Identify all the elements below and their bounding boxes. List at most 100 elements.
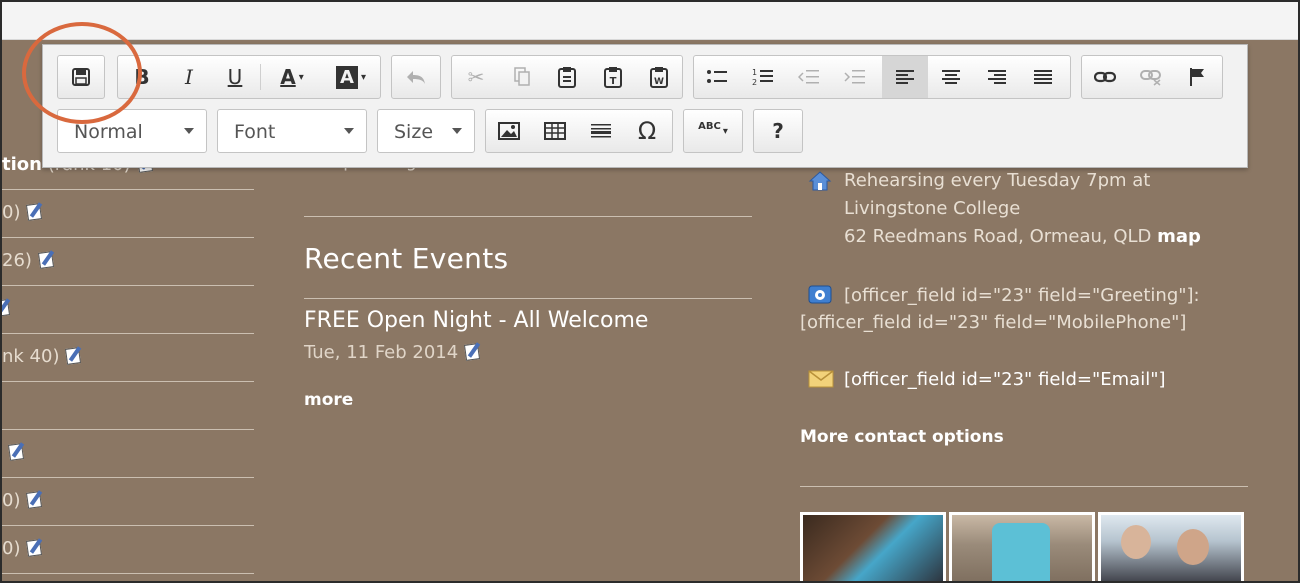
edit-note-icon[interactable] bbox=[65, 346, 83, 364]
highlight-circle bbox=[22, 22, 142, 124]
list-item-rank: 0) bbox=[2, 538, 21, 559]
undo-arrow-icon bbox=[405, 68, 427, 86]
list-item[interactable]: 0) bbox=[2, 478, 254, 526]
undo-button[interactable] bbox=[392, 56, 440, 98]
flag-icon bbox=[1188, 67, 1206, 87]
list-item[interactable]: 0) bbox=[2, 526, 254, 574]
cut-button[interactable]: ✂ bbox=[452, 56, 500, 98]
event-title-link[interactable]: FREE Open Night - All Welcome bbox=[304, 308, 648, 333]
svg-text:W: W bbox=[654, 77, 664, 87]
help-group: ? bbox=[753, 109, 803, 153]
text-color-icon: A bbox=[280, 65, 296, 89]
numbered-list-icon: 12 bbox=[752, 67, 774, 87]
address-line: Rehearsing every Tuesday 7pm at bbox=[844, 170, 1151, 191]
edit-note-icon[interactable] bbox=[8, 442, 26, 460]
help-button[interactable]: ? bbox=[754, 110, 802, 152]
omega-icon: Ω bbox=[637, 117, 657, 145]
unlink-button[interactable] bbox=[1128, 56, 1174, 98]
horizontal-rule-button[interactable] bbox=[578, 110, 624, 152]
list-item[interactable]: 0) bbox=[2, 190, 254, 238]
font-dropdown-value: Font bbox=[234, 121, 276, 143]
format-dropdown-value: Normal bbox=[74, 121, 143, 143]
table-icon bbox=[544, 122, 566, 140]
phone-number: [officer_field id="23" field="MobilePhon… bbox=[800, 312, 1187, 333]
edit-note-icon[interactable] bbox=[464, 342, 482, 360]
align-center-icon bbox=[941, 68, 961, 86]
justify-button[interactable] bbox=[1020, 56, 1066, 98]
edit-note-icon[interactable] bbox=[26, 538, 44, 556]
chevron-down-icon: ▾ bbox=[298, 71, 304, 83]
gallery-photo[interactable] bbox=[949, 512, 1095, 581]
copy-icon bbox=[513, 67, 531, 87]
phone-icon bbox=[808, 283, 832, 305]
decrease-indent-button[interactable] bbox=[786, 56, 832, 98]
divider bbox=[800, 486, 1248, 487]
align-right-button[interactable] bbox=[974, 56, 1020, 98]
special-character-button[interactable]: Ω bbox=[624, 110, 670, 152]
justify-icon bbox=[1033, 68, 1053, 86]
font-dropdown[interactable]: Font bbox=[217, 109, 367, 153]
image-icon bbox=[498, 122, 520, 140]
home-icon bbox=[808, 170, 832, 192]
text-color-button[interactable]: A ▾ bbox=[264, 56, 320, 98]
insert-link-button[interactable] bbox=[1082, 56, 1128, 98]
svg-text:1: 1 bbox=[752, 68, 757, 77]
list-item-rank: 26) bbox=[2, 250, 32, 271]
italic-button[interactable]: I bbox=[166, 56, 212, 98]
more-contact-options-link[interactable]: More contact options bbox=[800, 427, 1004, 447]
align-center-button[interactable] bbox=[928, 56, 974, 98]
edit-note-icon[interactable] bbox=[38, 250, 56, 268]
text-style-group: B I U A ▾ A ▾ bbox=[117, 55, 381, 99]
insert-group: Ω bbox=[485, 109, 673, 153]
align-left-icon bbox=[895, 68, 915, 86]
clipboard-icon bbox=[557, 66, 577, 88]
spellcheck-button[interactable]: ABC ▾ bbox=[684, 110, 742, 152]
link-icon bbox=[1094, 70, 1116, 84]
phone-greeting: [officer_field id="23" field="Greeting"]… bbox=[844, 285, 1200, 306]
background-color-button[interactable]: A ▾ bbox=[322, 56, 380, 98]
list-item[interactable] bbox=[2, 382, 254, 430]
edit-note-icon[interactable] bbox=[26, 202, 44, 220]
paste-button[interactable] bbox=[544, 56, 590, 98]
chevron-down-icon bbox=[344, 128, 354, 134]
anchor-button[interactable] bbox=[1174, 56, 1220, 98]
clipboard-group: ✂ T W bbox=[451, 55, 683, 99]
numbered-list-button[interactable]: 12 bbox=[740, 56, 786, 98]
paste-word-button[interactable]: W bbox=[636, 56, 682, 98]
divider bbox=[304, 216, 752, 217]
gallery-photo[interactable] bbox=[800, 512, 946, 581]
underline-button[interactable]: U bbox=[212, 56, 258, 98]
list-item[interactable]: nk 40) bbox=[2, 334, 254, 382]
align-left-button[interactable] bbox=[882, 56, 928, 98]
paragraph-group: 12 bbox=[693, 55, 1071, 99]
list-item[interactable]: 26) bbox=[2, 238, 254, 286]
list-item-rank: 0) bbox=[2, 202, 21, 223]
scissors-icon: ✂ bbox=[467, 65, 485, 89]
increase-indent-button[interactable] bbox=[832, 56, 878, 98]
editor-toolbar: B I U A ▾ A ▾ ✂ T W 1 2 Normal Font Size… bbox=[42, 44, 1248, 168]
top-strip bbox=[2, 2, 1298, 40]
clipboard-word-icon: W bbox=[649, 66, 669, 88]
divider bbox=[304, 298, 752, 299]
email-link[interactable]: [officer_field id="23" field="Email"] bbox=[844, 369, 1166, 390]
undo-group bbox=[391, 55, 441, 99]
paste-text-button[interactable]: T bbox=[590, 56, 636, 98]
bulleted-list-button[interactable] bbox=[694, 56, 740, 98]
list-item[interactable] bbox=[2, 430, 254, 478]
map-link[interactable]: map bbox=[1157, 226, 1201, 247]
copy-button[interactable] bbox=[500, 56, 544, 98]
svg-text:2: 2 bbox=[752, 78, 757, 87]
gallery-photo[interactable] bbox=[1098, 512, 1244, 581]
list-item[interactable] bbox=[2, 286, 254, 334]
edit-note-icon[interactable] bbox=[26, 490, 44, 508]
more-link[interactable]: more bbox=[304, 390, 353, 410]
address-line: 62 Reedmans Road, Ormeau, QLD map bbox=[844, 226, 1201, 247]
separator bbox=[260, 64, 261, 90]
insert-table-button[interactable] bbox=[532, 110, 578, 152]
list-item-rank: 0) bbox=[2, 490, 21, 511]
size-dropdown[interactable]: Size bbox=[377, 109, 475, 153]
insert-image-button[interactable] bbox=[486, 110, 532, 152]
address-line: Livingstone College bbox=[844, 198, 1021, 219]
link-group bbox=[1081, 55, 1223, 99]
edit-note-icon[interactable] bbox=[2, 298, 12, 316]
